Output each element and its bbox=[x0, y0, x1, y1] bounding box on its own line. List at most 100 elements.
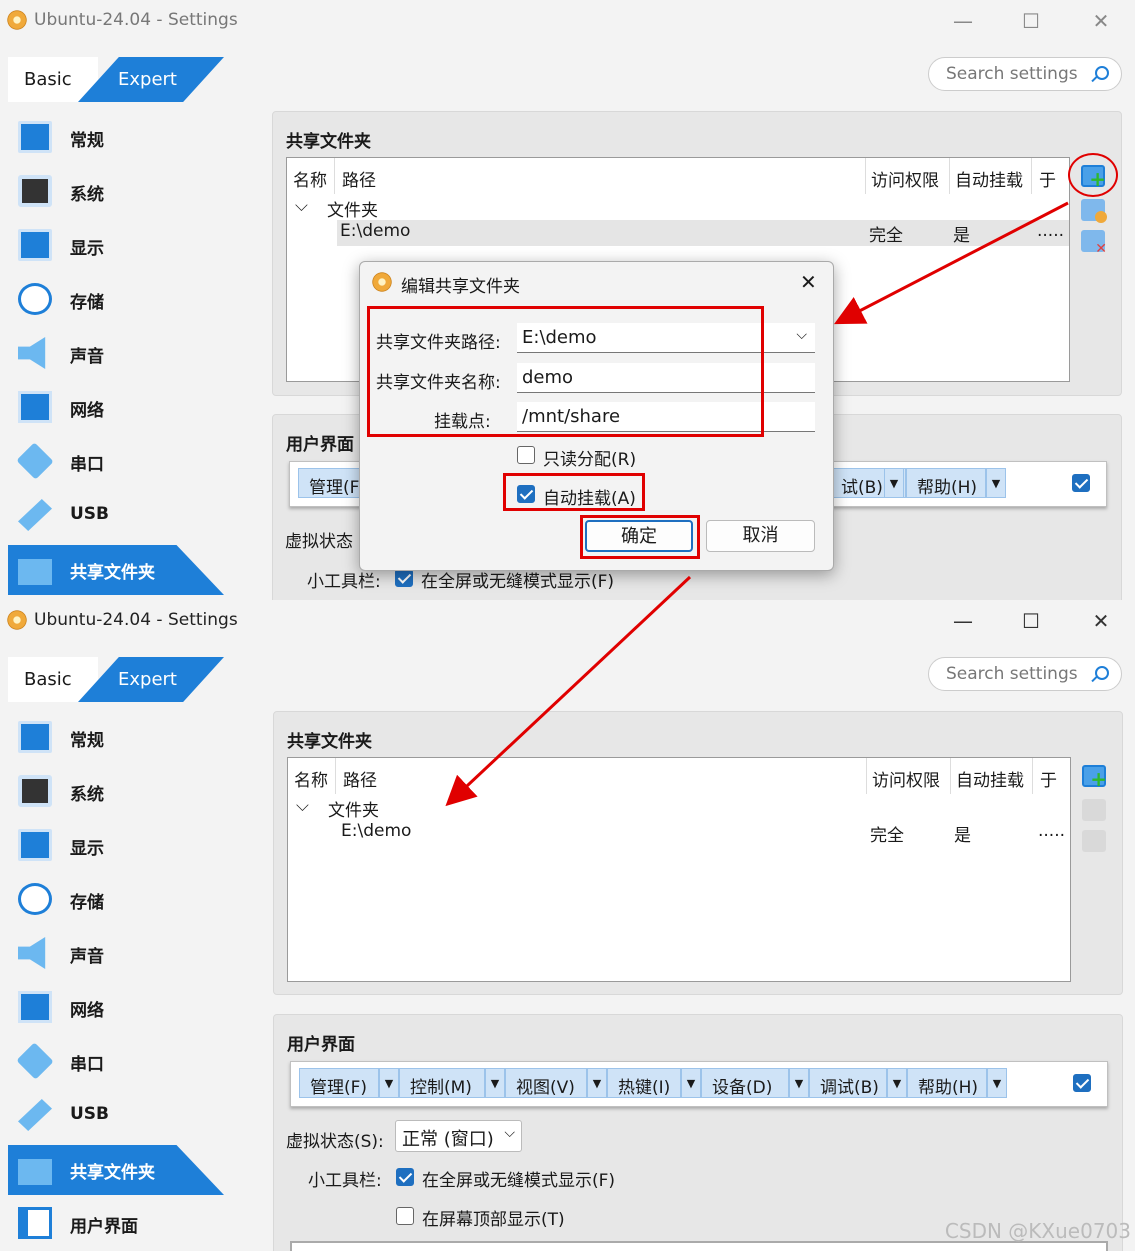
menu-control[interactable]: 控制(M) bbox=[399, 1068, 485, 1098]
mini-toolbar-fullscreen-label: 在全屏或无缝模式显示(F) bbox=[422, 1171, 616, 1191]
search-icon bbox=[1095, 66, 1109, 80]
mode-tabs: Basic Expert bbox=[8, 57, 224, 102]
chevron-down-icon[interactable]: ▼ bbox=[587, 1068, 607, 1098]
chevron-down-icon[interactable]: ▼ bbox=[379, 1068, 399, 1098]
minimize-button[interactable]: — bbox=[948, 608, 978, 634]
column-divider bbox=[950, 758, 951, 794]
menubar-enabled-checkbox[interactable] bbox=[1073, 1074, 1091, 1092]
column-header-automount[interactable]: 自动挂载 bbox=[955, 166, 1023, 191]
disk-icon bbox=[18, 883, 52, 915]
column-header-name[interactable]: 名称 bbox=[293, 166, 327, 191]
sidebar-item-audio[interactable]: 声音 bbox=[8, 329, 224, 379]
add-folder-button[interactable] bbox=[1082, 765, 1107, 791]
row-access: 完全 bbox=[869, 226, 903, 246]
column-header-path[interactable]: 路径 bbox=[342, 166, 376, 191]
sidebar-item-usb[interactable]: USB bbox=[8, 491, 224, 541]
chip-icon bbox=[18, 175, 52, 207]
sidebar-item-serial[interactable]: 串口 bbox=[8, 1037, 224, 1087]
menu-help[interactable]: 帮助(H) bbox=[907, 1068, 987, 1098]
sidebar-item-storage[interactable]: 存储 bbox=[8, 275, 224, 325]
dialog-close-button[interactable]: ✕ bbox=[800, 270, 817, 294]
serial-icon bbox=[16, 442, 54, 480]
vm-state-combobox[interactable]: 正常 (窗口) ⌵ bbox=[395, 1120, 522, 1152]
mini-toolbar-fullscreen-checkbox[interactable] bbox=[395, 569, 413, 587]
mini-toolbar-fullscreen-checkbox[interactable] bbox=[396, 1168, 414, 1186]
sidebar-item-storage[interactable]: 存储 bbox=[8, 875, 224, 925]
chevron-down-icon[interactable]: ▼ bbox=[681, 1068, 701, 1098]
tab-expert[interactable]: Expert bbox=[78, 57, 224, 102]
cancel-button[interactable]: 取消 bbox=[706, 520, 815, 552]
chevron-down-icon[interactable]: ▼ bbox=[884, 468, 904, 498]
sidebar-item-audio[interactable]: 声音 bbox=[8, 929, 224, 979]
maximize-button[interactable]: ☐ bbox=[1016, 608, 1046, 634]
close-button[interactable]: ✕ bbox=[1086, 608, 1116, 634]
sidebar-item-network[interactable]: 网络 bbox=[8, 983, 224, 1033]
chevron-down-icon[interactable]: ▼ bbox=[986, 468, 1006, 498]
column-header-access[interactable]: 访问权限 bbox=[872, 766, 940, 791]
shared-folders-table[interactable]: 名称 路径 访问权限 自动挂载 于 ⌵ 文件夹 E:\demo 完全 是 ...… bbox=[287, 757, 1071, 982]
sidebar-item-shared-folders[interactable]: 共享文件夹 bbox=[8, 1145, 224, 1195]
sidebar-item-display[interactable]: 显示 bbox=[8, 221, 224, 271]
sidebar-item-label: 存储 bbox=[70, 893, 104, 913]
sidebar-item-usb[interactable]: USB bbox=[8, 1091, 224, 1141]
menu-devices[interactable]: 设备(D) bbox=[701, 1068, 789, 1098]
row-at: ..... bbox=[1038, 821, 1066, 841]
chevron-down-icon[interactable]: ▼ bbox=[987, 1068, 1007, 1098]
annotation-box-automount bbox=[503, 473, 645, 511]
menu-manage[interactable]: 管理(F) bbox=[299, 1068, 379, 1098]
sidebar-item-system[interactable]: 系统 bbox=[8, 167, 224, 217]
remove-folder-button[interactable] bbox=[1082, 830, 1106, 852]
chevron-down-icon[interactable]: ▼ bbox=[789, 1068, 809, 1098]
close-button[interactable]: ✕ bbox=[1086, 8, 1116, 34]
annotation-box-ok bbox=[580, 515, 700, 559]
minimize-button[interactable]: — bbox=[948, 8, 978, 34]
virtualbox-gear-icon bbox=[371, 271, 393, 293]
search-field[interactable]: Search settings bbox=[928, 657, 1122, 691]
search-field[interactable]: Search settings bbox=[928, 57, 1122, 91]
mini-toolbar-label: 小工具栏: bbox=[308, 1171, 382, 1191]
maximize-button[interactable]: ☐ bbox=[1016, 8, 1046, 34]
menubar-enabled-checkbox[interactable] bbox=[1072, 474, 1090, 492]
tab-expert[interactable]: Expert bbox=[78, 657, 224, 702]
chevron-down-icon[interactable]: ▼ bbox=[485, 1068, 505, 1098]
sidebar-item-network[interactable]: 网络 bbox=[8, 383, 224, 433]
menu-debug[interactable]: 调试(B) bbox=[809, 1068, 887, 1098]
chevron-down-icon[interactable]: ⌵ bbox=[295, 196, 308, 216]
column-header-path[interactable]: 路径 bbox=[343, 766, 377, 791]
virtualbox-gear-icon bbox=[6, 9, 28, 31]
sidebar-item-label: 串口 bbox=[70, 1055, 104, 1075]
sidebar-item-general[interactable]: 常规 bbox=[8, 113, 224, 163]
sidebar-item-system[interactable]: 系统 bbox=[8, 767, 224, 817]
menu-hotkeys[interactable]: 热键(I) bbox=[607, 1068, 681, 1098]
settings-window-bottom: Ubuntu-24.04 - Settings — ☐ ✕ Basic Expe… bbox=[0, 600, 1135, 1251]
group-label: 文件夹 bbox=[327, 201, 378, 221]
vm-state-value: 正常 (窗口) bbox=[402, 1129, 494, 1150]
sidebar-item-user-interface[interactable]: 用户界面 bbox=[8, 1199, 224, 1249]
readonly-checkbox[interactable] bbox=[517, 446, 535, 464]
column-header-name[interactable]: 名称 bbox=[294, 766, 328, 791]
column-header-at[interactable]: 于 bbox=[1040, 766, 1057, 791]
column-header-automount[interactable]: 自动挂载 bbox=[956, 766, 1024, 791]
network-icon bbox=[18, 391, 52, 423]
mini-toolbar-top-checkbox[interactable] bbox=[396, 1207, 414, 1225]
sidebar-item-general[interactable]: 常规 bbox=[8, 713, 224, 763]
display-icon bbox=[18, 229, 52, 261]
menu-manage[interactable]: 管理(F bbox=[298, 468, 368, 498]
menu-help[interactable]: 帮助(H) bbox=[906, 468, 986, 498]
column-header-access[interactable]: 访问权限 bbox=[871, 166, 939, 191]
sidebar-item-label: 常规 bbox=[70, 731, 104, 751]
remove-folder-button[interactable] bbox=[1081, 230, 1107, 257]
sidebar-item-shared-folders[interactable]: 共享文件夹 bbox=[8, 545, 224, 595]
sidebar-item-serial[interactable]: 串口 bbox=[8, 437, 224, 487]
chevron-down-icon[interactable]: ⌵ bbox=[296, 796, 309, 816]
chevron-down-icon[interactable]: ▼ bbox=[887, 1068, 907, 1098]
sidebar-item-display[interactable]: 显示 bbox=[8, 821, 224, 871]
column-header-at[interactable]: 于 bbox=[1039, 166, 1056, 191]
window-title: Ubuntu-24.04 - Settings bbox=[34, 610, 238, 630]
monitor-icon bbox=[18, 121, 52, 153]
menu-view[interactable]: 视图(V) bbox=[505, 1068, 587, 1098]
edit-folder-button[interactable] bbox=[1081, 199, 1107, 223]
settings-window-top: Ubuntu-24.04 - Settings — ☐ ✕ Basic Expe… bbox=[0, 0, 1135, 600]
mini-toolbar-top-label: 在屏幕顶部显示(T) bbox=[422, 1210, 565, 1230]
edit-folder-button[interactable] bbox=[1082, 799, 1106, 821]
